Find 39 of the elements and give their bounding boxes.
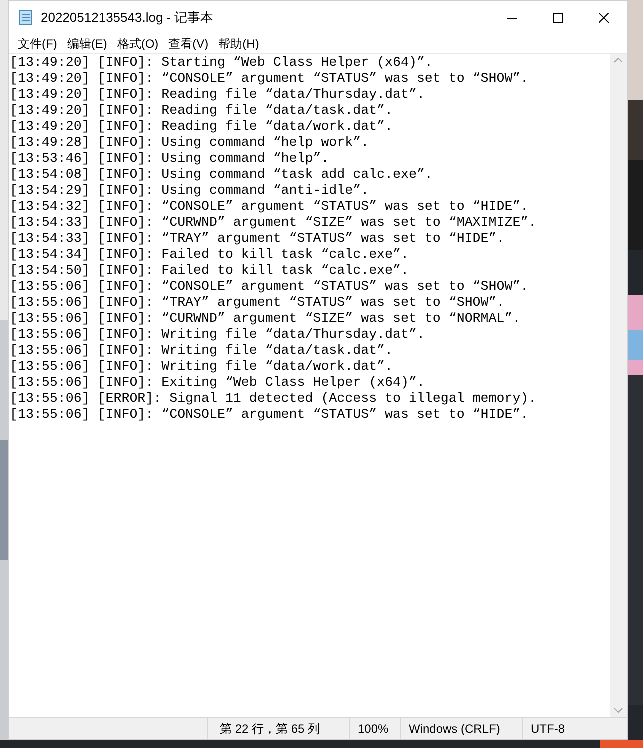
scrollbar[interactable]	[610, 54, 627, 717]
scroll-up-icon[interactable]	[614, 58, 623, 63]
menu-item[interactable]: 编辑(E)	[63, 35, 112, 53]
log-line: [13:55:06] [INFO]: “CURWND” argument “SIZE” was set to “NORMAL”.	[10, 311, 521, 327]
menu-item[interactable]: 帮助(H)	[214, 35, 264, 53]
log-line: [13:49:20] [INFO]: Reading file “data/work.dat”.	[10, 119, 394, 135]
cursor-position: 第 22 行，第 65 列	[220, 720, 320, 738]
log-line: [13:54:34] [INFO]: Failed to kill task “calc.exe”.	[10, 247, 409, 263]
log-line: [13:54:29] [INFO]: Using command “anti-idle”.	[10, 183, 370, 199]
log-line: [13:55:06] [INFO]: “TRAY” argument “STATUS” was set to “SHOW”.	[10, 295, 505, 311]
scroll-down-icon[interactable]	[614, 708, 623, 713]
log-line: [13:55:06] [INFO]: “CONSOLE” argument “STATUS” was set to “HIDE”.	[10, 407, 529, 423]
log-line: [13:55:06] [INFO]: Writing file “data/Thursday.dat”.	[10, 327, 425, 343]
log-line: [13:55:06] [INFO]: Writing file “data/task.dat”.	[10, 343, 394, 359]
log-line: [13:55:06] [INFO]: Writing file “data/work.dat”.	[10, 359, 394, 375]
log-line: [13:54:08] [INFO]: Using command “task add calc.exe”.	[10, 167, 433, 183]
log-line: [13:54:33] [INFO]: “TRAY” argument “STATUS” was set to “HIDE”.	[10, 231, 505, 247]
log-line: [13:55:06] [ERROR]: Signal 11 detected (Access to illegal memory).	[10, 391, 537, 407]
zoom-level: 100%	[358, 720, 389, 738]
log-line: [13:49:20] [INFO]: Reading file “data/task.dat”.	[10, 103, 394, 119]
log-line: [13:54:32] [INFO]: “CONSOLE” argument “STATUS” was set to “HIDE”.	[10, 199, 529, 215]
window-title: 20220512135543.log - 记事本	[41, 9, 214, 28]
maximize-icon	[553, 13, 563, 23]
log-line: [13:49:20] [INFO]: Starting “Web Class Helper (x64)”.	[10, 55, 433, 71]
log-line: [13:54:33] [INFO]: “CURWND” argument “SIZE” was set to “MAXIMIZE”.	[10, 215, 537, 231]
log-line: [13:49:20] [INFO]: Reading file “data/Thursday.dat”.	[10, 87, 425, 103]
line-ending: Windows (CRLF)	[409, 720, 500, 738]
close-icon	[599, 13, 609, 23]
log-line: [13:55:06] [INFO]: “CONSOLE” argument “STATUS” was set to “SHOW”.	[10, 279, 529, 295]
log-line: [13:55:06] [INFO]: Exiting “Web Class Helper (x64)”.	[10, 375, 425, 391]
encoding: UTF-8	[531, 720, 565, 738]
notepad-icon	[19, 10, 33, 26]
log-line: [13:53:46] [INFO]: Using command “help”.	[10, 151, 330, 167]
log-line: [13:49:20] [INFO]: “CONSOLE” argument “STATUS” was set to “SHOW”.	[10, 71, 529, 87]
log-line: [13:54:50] [INFO]: Failed to kill task “calc.exe”.	[10, 263, 409, 279]
log-line: [13:49:28] [INFO]: Using command “help work”.	[10, 135, 370, 151]
menu-item[interactable]: 文件(F)	[14, 35, 62, 53]
menu-item[interactable]: 查看(V)	[164, 35, 213, 53]
menu-item[interactable]: 格式(O)	[113, 35, 163, 53]
